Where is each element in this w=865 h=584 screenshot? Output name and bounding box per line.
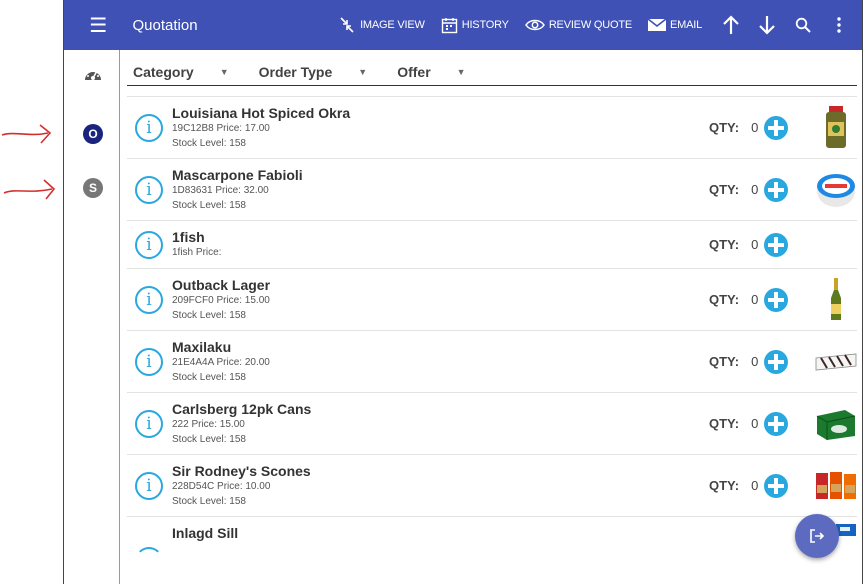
product-list[interactable]: i Louisiana Hot Spiced Okra 19C12B8 Pric… (127, 96, 857, 584)
qty-label: QTY: (709, 354, 740, 369)
category-label: Category (133, 63, 194, 80)
list-item[interactable]: i Maxilaku 21E4A4A Price: 20.00 Stock Le… (127, 330, 857, 392)
info-icon[interactable]: i (135, 230, 163, 259)
app-bar: ☰ Quotation IMAGE VIEW HISTORY REVIEW QU… (64, 0, 862, 50)
add-circle-icon[interactable] (764, 232, 789, 257)
info-icon[interactable]: i (135, 471, 163, 500)
add-circle-icon[interactable] (764, 177, 789, 202)
qty-label: QTY: (709, 120, 740, 135)
review-quote-button[interactable]: REVIEW QUOTE (524, 18, 632, 32)
product-image (815, 105, 857, 150)
info-icon[interactable]: i (135, 409, 163, 438)
product-image (836, 524, 856, 536)
add-circle-icon[interactable] (764, 473, 789, 498)
qty-control: QTY: 0 (709, 115, 789, 140)
search-icon[interactable] (790, 0, 816, 50)
exit-button[interactable] (795, 514, 839, 558)
add-circle-icon[interactable] (764, 287, 789, 312)
list-item[interactable]: i 1fish 1fish Price: QTY: 0 (127, 220, 857, 268)
qty-label: QTY: (709, 237, 740, 252)
email-button[interactable]: EMAIL (647, 18, 702, 32)
product-image (815, 277, 857, 322)
rail-item-s[interactable]: S (83, 178, 103, 198)
add-circle-icon[interactable] (764, 411, 789, 436)
info-icon[interactable]: i (135, 285, 163, 314)
chevron-down-icon: ▼ (358, 66, 368, 77)
email-label: EMAIL (669, 19, 702, 31)
image-view-label: IMAGE VIEW (360, 19, 425, 31)
history-icon (441, 17, 457, 33)
info-icon[interactable]: i (135, 347, 163, 376)
category-filter[interactable]: Category ▼ (133, 64, 229, 80)
eye-icon (524, 19, 545, 31)
list-item[interactable]: i Sir Rodney's Scones 228D54C Price: 10.… (127, 454, 857, 516)
email-icon (647, 18, 666, 31)
offer-filter[interactable]: Offer ▼ (397, 64, 465, 80)
history-button[interactable]: HISTORY (441, 17, 509, 34)
qty-control: QTY: 0 (709, 177, 789, 202)
product-image (815, 168, 857, 212)
list-item[interactable]: i Louisiana Hot Spiced Okra 19C12B8 Pric… (127, 96, 857, 158)
qty-label: QTY: (709, 416, 740, 431)
page-title: Quotation (132, 16, 198, 34)
order-type-filter[interactable]: Order Type ▼ (259, 64, 368, 80)
qty-value: 0 (751, 478, 759, 493)
qty-label: QTY: (709, 182, 740, 197)
toolbar: IMAGE VIEW HISTORY REVIEW QUOTE EMAIL (338, 0, 862, 50)
product-name: Inlagd Sill (172, 525, 239, 541)
window-border-right (862, 0, 863, 584)
image-view-button[interactable]: IMAGE VIEW (338, 17, 425, 33)
info-icon[interactable]: i (135, 113, 163, 142)
info-icon[interactable] (135, 546, 163, 575)
list-item[interactable]: i Mascarpone Fabioli 1D83631 Price: 32.0… (127, 158, 857, 220)
qty-control: QTY: 0 (709, 287, 789, 312)
product-image (815, 340, 857, 384)
add-circle-icon[interactable] (764, 115, 789, 140)
add-circle-icon[interactable] (764, 349, 789, 374)
order-type-label: Order Type (258, 63, 333, 80)
annotation-arrows (1, 124, 56, 200)
chevron-down-icon: ▼ (219, 66, 229, 77)
chevron-down-icon: ▼ (456, 66, 466, 77)
review-quote-label: REVIEW QUOTE (548, 19, 632, 31)
list-item[interactable]: i Carlsberg 12pk Cans 222 Price: 15.00 S… (127, 392, 857, 454)
qty-value: 0 (751, 120, 759, 135)
offer-label: Offer (397, 63, 431, 80)
image-view-icon (340, 17, 354, 33)
list-item[interactable]: Inlagd Sill (127, 516, 857, 578)
product-image (815, 464, 857, 508)
menu-icon[interactable]: ☰ (64, 0, 133, 50)
qty-value: 0 (751, 182, 759, 197)
filter-bar: Category ▼ Order Type ▼ Offer ▼ (127, 58, 857, 86)
product-image (815, 402, 857, 446)
product-text: Inlagd Sill (172, 517, 857, 541)
dashboard-icon[interactable] (83, 64, 103, 84)
qty-control: QTY: 0 (709, 349, 789, 374)
arrow-up-icon[interactable] (718, 0, 744, 50)
qty-label: QTY: (709, 292, 740, 307)
qty-control: QTY: 0 (709, 411, 789, 436)
more-vert-icon[interactable] (826, 0, 852, 50)
qty-control: QTY: 0 (709, 473, 789, 498)
qty-value: 0 (751, 354, 759, 369)
side-rail: O S (64, 50, 120, 584)
history-label: HISTORY (461, 19, 509, 31)
list-item[interactable]: i Outback Lager 209FCF0 Price: 15.00 Sto… (127, 268, 857, 330)
arrow-down-icon[interactable] (754, 0, 780, 50)
qty-value: 0 (751, 416, 759, 431)
qty-value: 0 (751, 292, 759, 307)
screen: { "appbar": { "title": "Quotation", "ima… (0, 0, 865, 584)
qty-value: 0 (751, 237, 759, 252)
qty-control: QTY: 0 (709, 232, 789, 257)
qty-label: QTY: (709, 478, 740, 493)
exit-icon (810, 529, 825, 543)
info-icon[interactable]: i (135, 175, 163, 204)
rail-item-o[interactable]: O (83, 124, 103, 144)
